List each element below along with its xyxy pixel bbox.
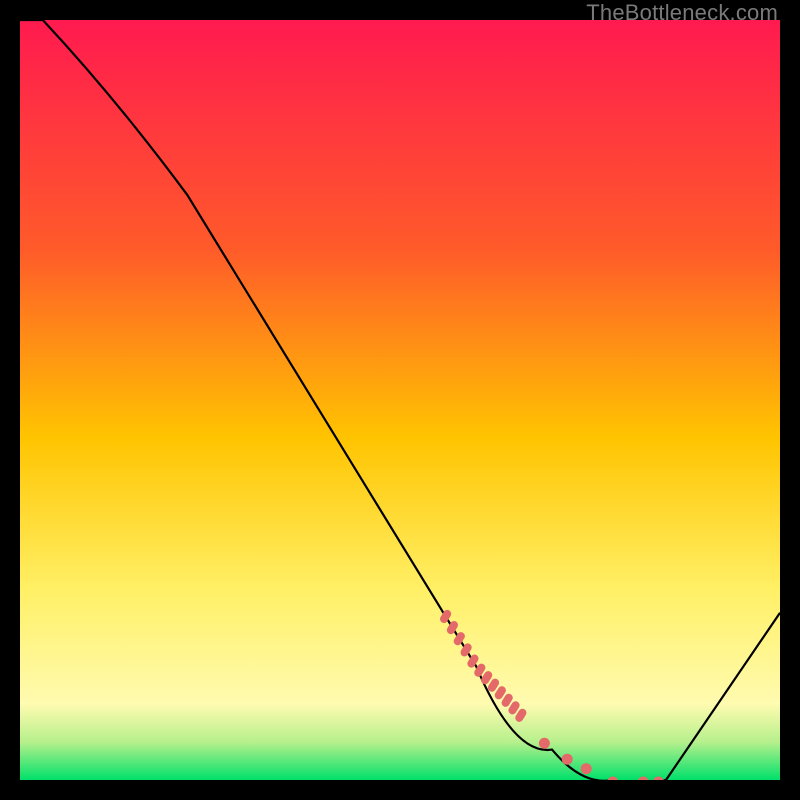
bottleneck-chart bbox=[20, 20, 780, 780]
highlight-dot bbox=[562, 754, 573, 765]
highlight-dot bbox=[539, 738, 550, 749]
chart-frame bbox=[20, 20, 780, 780]
gradient-background bbox=[20, 20, 780, 780]
highlight-dot bbox=[581, 763, 592, 774]
